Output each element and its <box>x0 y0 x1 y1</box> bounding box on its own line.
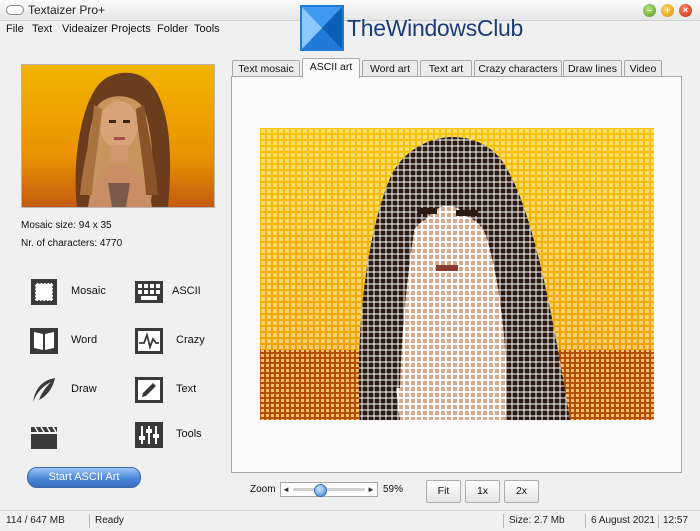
zoom-increase-arrow-icon[interactable]: ► <box>366 483 376 496</box>
date-status: 6 August 2021 <box>591 515 655 526</box>
waveform-icon <box>135 328 163 354</box>
draw-label: Draw <box>71 383 97 395</box>
zoom-1x-button[interactable]: 1x <box>465 480 500 503</box>
tab-video[interactable]: Video <box>624 60 662 77</box>
ascii-art-preview <box>260 128 654 420</box>
menu-videaizer[interactable]: Videaizer <box>62 23 108 35</box>
start-ascii-art-button[interactable]: Start ASCII Art <box>27 467 141 488</box>
menu-text[interactable]: Text <box>32 23 52 35</box>
clapperboard-icon <box>31 426 57 449</box>
memory-status: 114 / 647 MB <box>6 515 65 526</box>
watermark-text: TheWindowsClub <box>347 15 524 41</box>
word-label: Word <box>71 334 98 346</box>
watermark: TheWindowsClub <box>300 5 560 53</box>
text-label: Text <box>176 383 197 395</box>
status-bar: 114 / 647 MB Ready Size: 2.7 Mb 6 August… <box>0 510 700 531</box>
status-divider <box>585 514 586 528</box>
maximize-button[interactable]: + <box>661 4 674 17</box>
tab-word-art[interactable]: Word art <box>362 60 418 77</box>
app-icon <box>6 5 24 15</box>
feather-icon <box>33 378 55 402</box>
status-divider <box>89 514 90 528</box>
mosaic-size-text: Mosaic size: 94 x 35 <box>21 220 112 231</box>
zoom-slider-knob[interactable] <box>313 484 327 497</box>
fit-button[interactable]: Fit <box>426 480 461 503</box>
minimize-button[interactable]: – <box>643 4 656 17</box>
tab-text-art[interactable]: Text art <box>420 60 472 77</box>
menu-tools[interactable]: Tools <box>194 23 220 35</box>
close-button[interactable]: × <box>679 4 692 17</box>
source-image-thumbnail <box>21 64 215 208</box>
pencil-icon <box>135 377 163 403</box>
status-divider <box>503 514 504 528</box>
book-icon <box>30 328 58 354</box>
mosaic-icon <box>31 279 57 305</box>
menu-projects[interactable]: Projects <box>111 23 151 35</box>
menu-folder[interactable]: Folder <box>157 23 188 35</box>
window-title: Textaizer Pro+ <box>28 3 106 17</box>
time-status: 12:57 <box>663 515 689 526</box>
zoom-label: Zoom <box>250 484 276 495</box>
mosaic-label: Mosaic <box>71 285 106 297</box>
crazy-label: Crazy <box>176 334 205 346</box>
size-status: Size: 2.7 Mb <box>509 515 565 526</box>
zoom-2x-button[interactable]: 2x <box>504 480 539 503</box>
tab-text-mosaic[interactable]: Text mosaic <box>232 60 300 77</box>
characters-count-text: Nr. of characters: 4770 <box>21 238 123 249</box>
tab-crazy-characters[interactable]: Crazy characters <box>474 60 562 77</box>
zoom-slider[interactable]: ◄ ► <box>280 482 378 497</box>
tab-draw-lines[interactable]: Draw lines <box>563 60 622 77</box>
tools-label: Tools <box>176 428 202 440</box>
zoom-value-text: 59% <box>383 484 404 495</box>
windows-logo-icon <box>300 5 344 51</box>
keyboard-icon <box>135 281 163 303</box>
status-divider <box>658 514 659 528</box>
zoom-slider-track[interactable] <box>293 488 365 491</box>
equalizer-icon <box>135 422 163 448</box>
menu-file[interactable]: File <box>6 23 24 35</box>
ascii-art-image <box>260 128 654 420</box>
zoom-decrease-arrow-icon[interactable]: ◄ <box>281 483 291 496</box>
ascii-label: ASCII <box>172 285 201 297</box>
tab-ascii-art[interactable]: ASCII art <box>302 58 360 78</box>
portrait-image <box>75 72 171 207</box>
state-status: Ready <box>95 515 124 526</box>
